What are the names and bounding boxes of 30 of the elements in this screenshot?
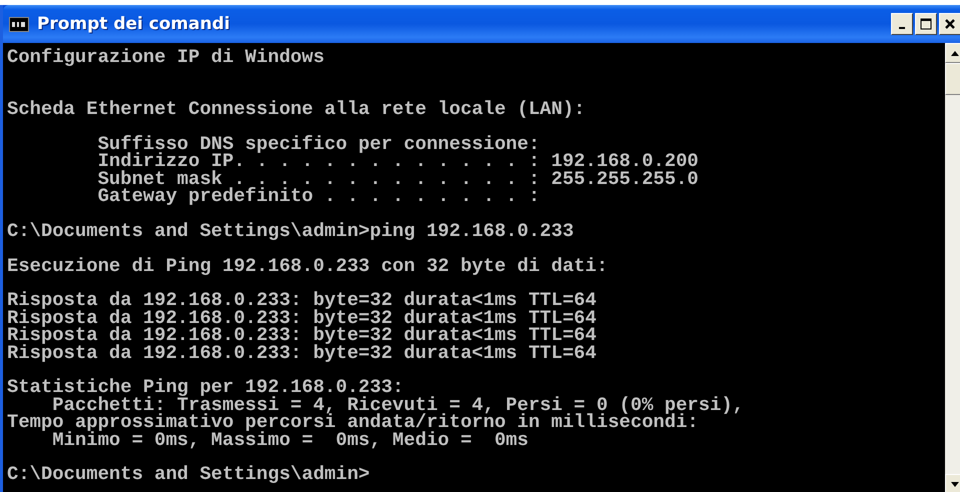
vertical-scrollbar[interactable] <box>945 43 960 492</box>
console-line: Risposta da 192.168.0.233: byte=32 durata<1ms TTL=64 <box>7 310 598 328</box>
maximize-button[interactable] <box>915 13 937 35</box>
close-icon <box>944 18 956 30</box>
close-button[interactable] <box>939 13 960 35</box>
console-icon <box>9 16 29 32</box>
console-line: Indirizzo IP. . . . . . . . . . . . . : 192.168.0.200 <box>96 153 700 171</box>
console-line: Gateway predefinito . . . . . . . . . : <box>96 188 541 206</box>
console-line: Subnet mask . . . . . . . . . . . . . : 255.255.255.0 <box>96 170 700 188</box>
console-line: Pacchetti: Trasmessi = 4, Ricevuti = 4, Persi = 0 (0% persi), <box>52 396 745 414</box>
console-line: Suffisso DNS specifico per connessione: <box>96 136 541 154</box>
console-line: Risposta da 192.168.0.233: byte=32 durata<1ms TTL=64 <box>7 344 598 362</box>
console-line: Risposta da 192.168.0.233: byte=32 durata<1ms TTL=64 <box>7 327 598 345</box>
minimize-icon <box>899 27 905 29</box>
scroll-up-button[interactable] <box>945 43 960 63</box>
console-line: Minimo = 0ms, Massimo = 0ms, Medio = 0ms <box>52 432 530 449</box>
console-line: Esecuzione di Ping 192.168.0.233 con 32 byte di dati: <box>7 258 609 276</box>
window-title: Prompt dei comandi <box>37 14 231 34</box>
maximize-icon <box>920 18 932 30</box>
console-line: Tempo approssimativo percorsi andata/ritorno in millisecondi: <box>7 414 699 432</box>
scroll-thumb[interactable] <box>945 63 960 95</box>
down-arrow-icon <box>951 482 959 486</box>
console-line: C:\Documents and Settings\admin>ping 192.168.0.233 <box>7 222 575 240</box>
up-arrow-icon <box>951 50 959 56</box>
console-line: Statistiche Ping per 192.168.0.233: <box>7 379 404 397</box>
console-line: Risposta da 192.168.0.233: byte=32 durata<1ms TTL=64 <box>7 292 598 310</box>
minimize-button[interactable] <box>891 13 913 35</box>
console-line: Configurazione IP di Windows <box>7 49 326 66</box>
console-line: C:\Documents and Settings\admin> <box>7 466 371 484</box>
console-line: Scheda Ethernet Connessione alla rete locale (LAN): <box>7 101 586 119</box>
